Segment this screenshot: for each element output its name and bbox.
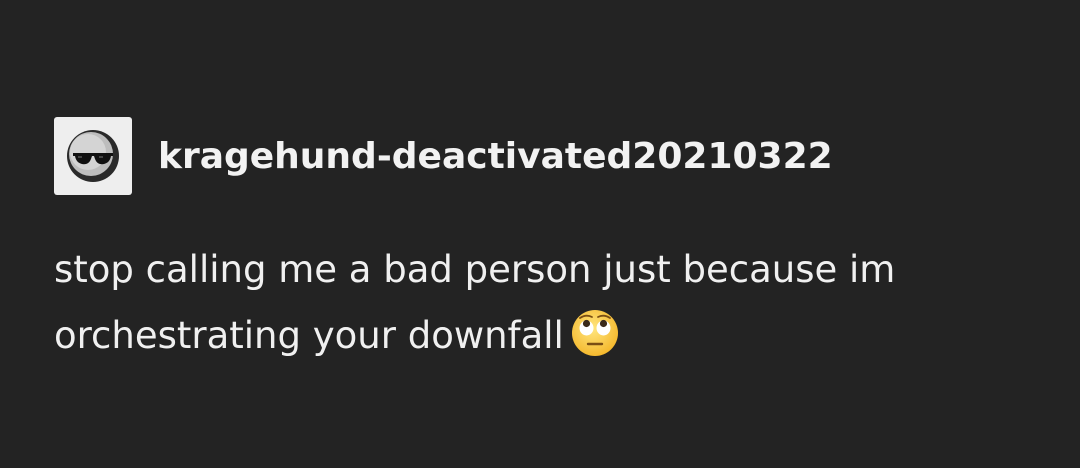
username[interactable]: kragehund-deactivated20210322: [158, 136, 833, 177]
post-text: stop calling me a bad person just becaus…: [54, 248, 896, 357]
face-with-rolling-eyes-icon: [570, 308, 620, 358]
tumblr-post-screenshot: kragehund-deactivated20210322 stop calli…: [0, 0, 1080, 468]
post: kragehund-deactivated20210322 stop calli…: [54, 117, 1044, 369]
post-body: stop calling me a bad person just becaus…: [54, 237, 1044, 369]
avatar[interactable]: [54, 117, 132, 195]
post-header: kragehund-deactivated20210322: [54, 117, 1044, 195]
sunglasses-avatar-icon: [67, 130, 119, 182]
